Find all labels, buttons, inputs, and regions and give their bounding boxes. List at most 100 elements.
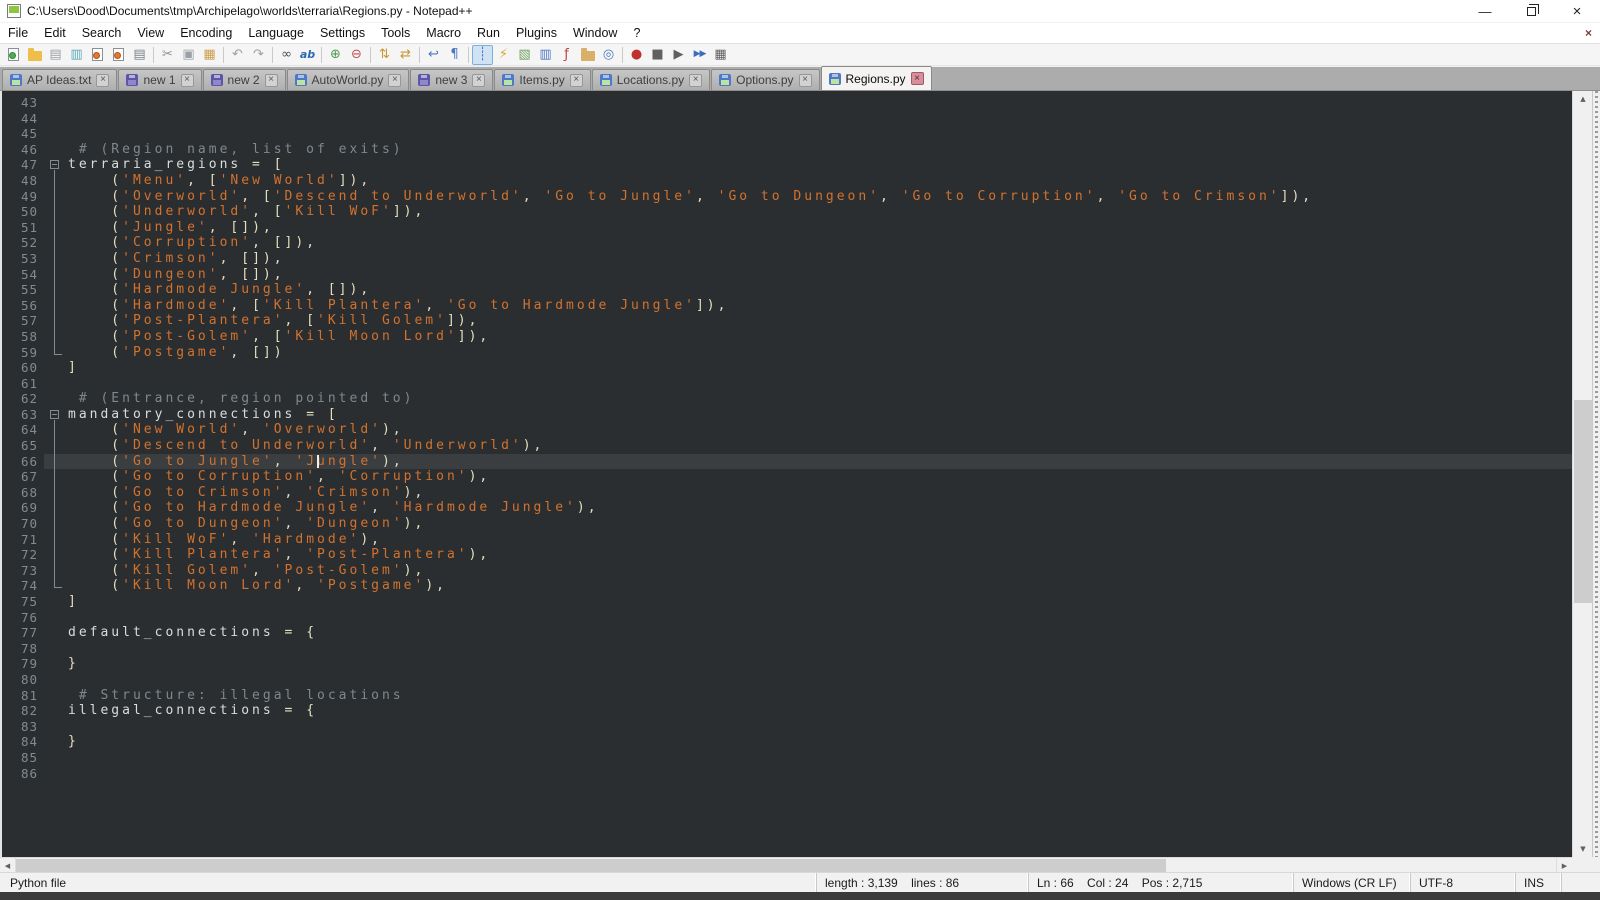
menu-run[interactable]: Run xyxy=(469,24,508,42)
close-button[interactable]: × xyxy=(1554,0,1600,22)
code-line[interactable]: 67 ('Go to Corruption', 'Corruption'), xyxy=(2,469,1572,485)
tab-close-icon[interactable]: × xyxy=(265,74,278,87)
close-document-icon[interactable]: × xyxy=(1585,26,1592,40)
macro-save-button[interactable]: ▦ xyxy=(710,45,731,65)
show-indent-guide-button[interactable]: ┊ xyxy=(472,45,493,65)
code-line[interactable]: 52 ('Corruption', []), xyxy=(2,235,1572,251)
code-line[interactable]: 79} xyxy=(2,656,1572,672)
panel-splitter[interactable] xyxy=(1592,91,1600,857)
replace-button[interactable]: ab xyxy=(297,45,318,65)
paste-button[interactable]: ▦ xyxy=(199,45,220,65)
code-line[interactable]: 71 ('Kill WoF', 'Hardmode'), xyxy=(2,532,1572,548)
tab-close-icon[interactable]: × xyxy=(799,74,812,87)
code-line[interactable]: 55 ('Hardmode Jungle', []), xyxy=(2,282,1572,298)
scroll-right-icon[interactable]: ▶ xyxy=(1556,858,1572,873)
code-line[interactable]: 43 xyxy=(2,95,1572,111)
fold-collapse-icon[interactable] xyxy=(44,157,68,173)
fold-box-icon[interactable] xyxy=(50,160,59,169)
code-line[interactable]: 63mandatory_connections = [ xyxy=(2,407,1572,423)
sync-vertical-scroll-button[interactable]: ⇅ xyxy=(374,45,395,65)
code-line[interactable]: 56 ('Hardmode', ['Kill Plantera', 'Go to… xyxy=(2,298,1572,314)
code-line[interactable]: 49 ('Overworld', ['Descend to Underworld… xyxy=(2,189,1572,205)
code-line[interactable]: 83 xyxy=(2,719,1572,735)
macro-play-button[interactable]: ▶ xyxy=(668,45,689,65)
code-line[interactable]: 65 ('Descend to Underworld', 'Underworld… xyxy=(2,438,1572,454)
tab-close-icon[interactable]: × xyxy=(96,74,109,87)
code-line[interactable]: 78 xyxy=(2,641,1572,657)
code-line[interactable]: 72 ('Kill Plantera', 'Post-Plantera'), xyxy=(2,547,1572,563)
code-line[interactable]: 46 # (Region name, list of exits) xyxy=(2,142,1572,158)
tab-ap-ideas-txt[interactable]: AP Ideas.txt× xyxy=(2,69,117,90)
menu-file[interactable]: File xyxy=(0,24,36,42)
menu-window[interactable]: Window xyxy=(565,24,625,42)
show-all-characters-button[interactable]: ¶ xyxy=(444,45,465,65)
code-line[interactable]: 61 xyxy=(2,376,1572,392)
code-line[interactable]: 84} xyxy=(2,734,1572,750)
tab-new-2[interactable]: new 2× xyxy=(203,69,286,90)
scroll-down-icon[interactable]: ▼ xyxy=(1573,841,1593,857)
new-file-button[interactable] xyxy=(3,45,24,65)
menu-search[interactable]: Search xyxy=(74,24,130,42)
menu-macro[interactable]: Macro xyxy=(418,24,469,42)
word-wrap-button[interactable]: ↩ xyxy=(423,45,444,65)
restore-button[interactable] xyxy=(1508,0,1554,22)
code-line[interactable]: 74 ('Kill Moon Lord', 'Postgame'), xyxy=(2,578,1572,594)
document-list-button[interactable]: ▥ xyxy=(535,45,556,65)
fold-collapse-icon[interactable] xyxy=(44,407,68,423)
tab-items-py[interactable]: Items.py× xyxy=(494,69,590,90)
redo-button[interactable]: ↷ xyxy=(248,45,269,65)
code-line[interactable]: 44 xyxy=(2,111,1572,127)
code-line[interactable]: 81 # Structure: illegal locations xyxy=(2,688,1572,704)
macro-record-button[interactable]: ● xyxy=(626,45,647,65)
menu-plugins[interactable]: Plugins xyxy=(508,24,565,42)
fold-box-icon[interactable] xyxy=(50,410,59,419)
tab-close-icon[interactable]: × xyxy=(570,74,583,87)
code-line[interactable]: 50 ('Underworld', ['Kill WoF']), xyxy=(2,204,1572,220)
document-map-button[interactable]: ▧ xyxy=(514,45,535,65)
code-line[interactable]: 60] xyxy=(2,360,1572,376)
vertical-scrollbar-thumb[interactable] xyxy=(1574,400,1592,603)
tab-close-icon[interactable]: × xyxy=(388,74,401,87)
tab-new-1[interactable]: new 1× xyxy=(118,69,201,90)
zoom-in-button[interactable]: ⊕ xyxy=(325,45,346,65)
code-line[interactable]: 80 xyxy=(2,672,1572,688)
close-file-button[interactable] xyxy=(87,45,108,65)
function-list-button[interactable]: ƒ xyxy=(556,45,577,65)
scroll-left-icon[interactable]: ◀ xyxy=(0,858,16,873)
code-line[interactable]: 53 ('Crimson', []), xyxy=(2,251,1572,267)
menu-tools[interactable]: Tools xyxy=(373,24,418,42)
code-line[interactable]: 70 ('Go to Dungeon', 'Dungeon'), xyxy=(2,516,1572,532)
code-line[interactable]: 86 xyxy=(2,766,1572,782)
resize-grip[interactable] xyxy=(1560,873,1600,892)
code-line[interactable]: 51 ('Jungle', []), xyxy=(2,220,1572,236)
tab-autoworld-py[interactable]: AutoWorld.py× xyxy=(287,69,410,90)
undo-button[interactable]: ↶ xyxy=(227,45,248,65)
tab-regions-py[interactable]: Regions.py× xyxy=(821,66,932,90)
minimize-button[interactable]: — xyxy=(1462,0,1508,22)
code-line[interactable]: 57 ('Post-Plantera', ['Kill Golem']), xyxy=(2,313,1572,329)
code-line[interactable]: 82illegal_connections = { xyxy=(2,703,1572,719)
close-all-button[interactable] xyxy=(108,45,129,65)
horizontal-scrollbar[interactable]: ◀ ▶ xyxy=(0,857,1572,872)
code-line[interactable]: 58 ('Post-Golem', ['Kill Moon Lord']), xyxy=(2,329,1572,345)
menu-language[interactable]: Language xyxy=(240,24,312,42)
macro-run-multiple-button[interactable]: ▶▶ xyxy=(689,45,710,65)
tab-close-icon[interactable]: × xyxy=(689,74,702,87)
code-line[interactable]: 76 xyxy=(2,610,1572,626)
tab-options-py[interactable]: Options.py× xyxy=(711,69,819,90)
folder-as-workspace-button[interactable] xyxy=(577,45,598,65)
tab-locations-py[interactable]: Locations.py× xyxy=(592,69,710,90)
code-line[interactable]: 59 ('Postgame', []) xyxy=(2,345,1572,361)
menu-[interactable]: ? xyxy=(625,24,648,42)
print-button[interactable]: ▤ xyxy=(129,45,150,65)
scroll-up-icon[interactable]: ▲ xyxy=(1573,91,1593,107)
tab-close-icon[interactable]: × xyxy=(911,72,924,85)
sync-horizontal-scroll-button[interactable]: ⇄ xyxy=(395,45,416,65)
monitoring-button[interactable]: ◎ xyxy=(598,45,619,65)
horizontal-scrollbar-thumb[interactable] xyxy=(16,859,1166,872)
code-line[interactable]: 69 ('Go to Hardmode Jungle', 'Hardmode J… xyxy=(2,500,1572,516)
define-language-button[interactable]: ⚡ xyxy=(493,45,514,65)
tab-close-icon[interactable]: × xyxy=(181,74,194,87)
zoom-out-button[interactable]: ⊖ xyxy=(346,45,367,65)
code-editor[interactable]: 43444546 # (Region name, list of exits)4… xyxy=(0,91,1572,857)
